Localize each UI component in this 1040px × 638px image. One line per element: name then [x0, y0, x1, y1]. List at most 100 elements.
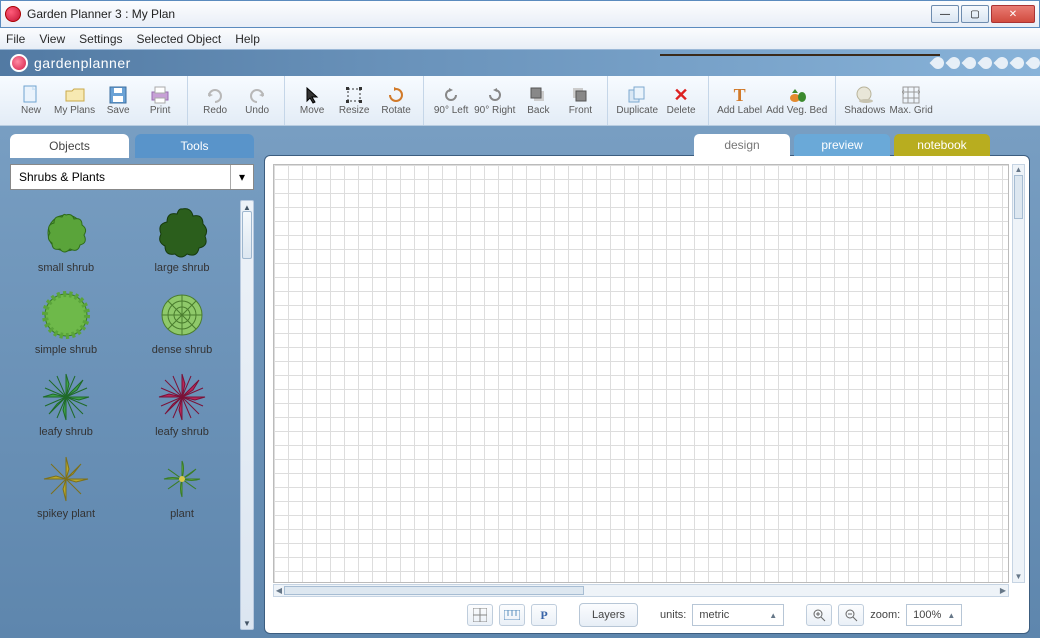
redo-button[interactable]: Redo: [194, 79, 236, 123]
canvas-hscrollbar[interactable]: ◀ ▶: [273, 584, 1009, 597]
myplans-button[interactable]: My Plans: [52, 79, 97, 123]
palette-simple-shrub[interactable]: simple shrub: [10, 282, 122, 360]
menubar: File View Settings Selected Object Help: [0, 28, 1040, 50]
delete-button[interactable]: ✕Delete: [660, 79, 702, 123]
tab-objects[interactable]: Objects: [10, 134, 129, 158]
right-panel: design preview notebook ▲ ▼ ◀ ▶ P: [264, 126, 1040, 638]
units-label: units:: [660, 609, 686, 621]
veg-icon: [787, 85, 807, 105]
menu-settings[interactable]: Settings: [79, 32, 122, 46]
window-title: Garden Planner 3 : My Plan: [27, 7, 931, 21]
plant-icon: [153, 450, 211, 508]
scroll-thumb[interactable]: [284, 586, 584, 595]
scroll-down-icon[interactable]: ▼: [1013, 572, 1024, 582]
send-back-icon: [528, 85, 548, 105]
scroll-thumb[interactable]: [242, 211, 252, 259]
menu-help[interactable]: Help: [235, 32, 260, 46]
rotate-left-button[interactable]: 90° Left: [430, 79, 472, 123]
layers-button[interactable]: Layers: [579, 603, 638, 627]
bring-front-icon: [570, 85, 590, 105]
canvas-vscrollbar[interactable]: ▲ ▼: [1012, 164, 1025, 583]
window-titlebar: Garden Planner 3 : My Plan — ▢ ✕: [0, 0, 1040, 28]
max-grid-button[interactable]: Max. Grid: [887, 79, 934, 123]
print-icon: [150, 85, 170, 105]
leafy-shrub-red-icon: [153, 368, 211, 426]
minimize-button[interactable]: —: [931, 5, 959, 23]
menu-selected-object[interactable]: Selected Object: [137, 32, 222, 46]
save-icon: [108, 85, 128, 105]
ruler-toggle-button[interactable]: [499, 604, 525, 626]
p-toggle-button[interactable]: P: [531, 604, 557, 626]
add-label-button[interactable]: TAdd Label: [715, 79, 764, 123]
object-palette: small shrub large shrub simple shrub den…: [10, 200, 254, 630]
app-icon: [5, 6, 21, 22]
rotate-button[interactable]: Rotate: [375, 79, 417, 123]
bring-front-button[interactable]: Front: [559, 79, 601, 123]
window-controls: — ▢ ✕: [931, 5, 1035, 23]
palette-large-shrub[interactable]: large shrub: [126, 200, 238, 278]
palette-small-shrub[interactable]: small shrub: [10, 200, 122, 278]
menu-view[interactable]: View: [39, 32, 65, 46]
duplicate-icon: [627, 85, 647, 105]
tab-notebook[interactable]: notebook: [894, 134, 990, 156]
grid-toggle-button[interactable]: [467, 604, 493, 626]
scroll-up-icon[interactable]: ▲: [1013, 165, 1024, 175]
move-button[interactable]: Move: [291, 79, 333, 123]
tab-preview[interactable]: preview: [794, 134, 890, 156]
canvas-container: ▲ ▼ ◀ ▶ P Layers units: metric▲: [264, 155, 1030, 634]
tab-tools[interactable]: Tools: [135, 134, 254, 158]
send-back-button[interactable]: Back: [517, 79, 559, 123]
category-select[interactable]: Shrubs & Plants ▾: [10, 164, 254, 190]
palette-scrollbar[interactable]: ▲ ▼: [240, 200, 254, 630]
print-button[interactable]: Print: [139, 79, 181, 123]
shadows-button[interactable]: Shadows: [842, 79, 887, 123]
resize-icon: [344, 85, 364, 105]
grid-icon: [901, 85, 921, 105]
leafy-shrub-green-icon: [37, 368, 95, 426]
text-icon: T: [730, 85, 750, 105]
pointer-icon: [302, 85, 322, 105]
dense-shrub-icon: [153, 286, 211, 344]
palette-plant[interactable]: plant: [126, 446, 238, 524]
scroll-down-icon[interactable]: ▼: [241, 617, 253, 629]
palette-leafy-shrub-green[interactable]: leafy shrub: [10, 364, 122, 442]
new-button[interactable]: New: [10, 79, 52, 123]
left-panel: Objects Tools Shrubs & Plants ▾ small sh…: [0, 126, 264, 638]
zoom-in-button[interactable]: [806, 604, 832, 626]
close-button[interactable]: ✕: [991, 5, 1035, 23]
zoom-out-button[interactable]: [838, 604, 864, 626]
main-area: Objects Tools Shrubs & Plants ▾ small sh…: [0, 126, 1040, 638]
duplicate-button[interactable]: Duplicate: [614, 79, 660, 123]
rotate-right-button[interactable]: 90° Right: [472, 79, 517, 123]
undo-button[interactable]: Undo: [236, 79, 278, 123]
add-veg-bed-button[interactable]: Add Veg. Bed: [764, 79, 829, 123]
file-icon: [21, 85, 41, 105]
scroll-right-icon[interactable]: ▶: [998, 585, 1008, 596]
maximize-button[interactable]: ▢: [961, 5, 989, 23]
zoom-select[interactable]: 100%▲: [906, 604, 962, 626]
category-value: Shrubs & Plants: [19, 170, 105, 184]
redo-icon: [205, 85, 225, 105]
rotate-left-icon: [441, 85, 461, 105]
brand-name: gardenplanner: [34, 55, 131, 71]
simple-shrub-icon: [37, 286, 95, 344]
rotate-icon: [386, 85, 406, 105]
delete-icon: ✕: [671, 85, 691, 105]
resize-button[interactable]: Resize: [333, 79, 375, 123]
palette-leafy-shrub-red[interactable]: leafy shrub: [126, 364, 238, 442]
save-button[interactable]: Save: [97, 79, 139, 123]
scroll-thumb[interactable]: [1014, 175, 1023, 219]
view-tabs: design preview notebook: [264, 134, 1030, 156]
shadow-icon: [855, 85, 875, 105]
chevron-up-icon: ▲: [769, 611, 777, 620]
app-banner: gardenplanner: [0, 50, 1040, 76]
menu-file[interactable]: File: [6, 32, 25, 46]
tab-design[interactable]: design: [694, 134, 790, 156]
palette-dense-shrub[interactable]: dense shrub: [126, 282, 238, 360]
scroll-left-icon[interactable]: ◀: [274, 585, 284, 596]
units-select[interactable]: metric▲: [692, 604, 784, 626]
palette-spikey-plant[interactable]: spikey plant: [10, 446, 122, 524]
zoom-label: zoom:: [870, 609, 900, 621]
canvas-statusbar: P Layers units: metric▲ zoom: 100%▲: [271, 601, 1023, 629]
design-canvas[interactable]: [273, 164, 1009, 583]
